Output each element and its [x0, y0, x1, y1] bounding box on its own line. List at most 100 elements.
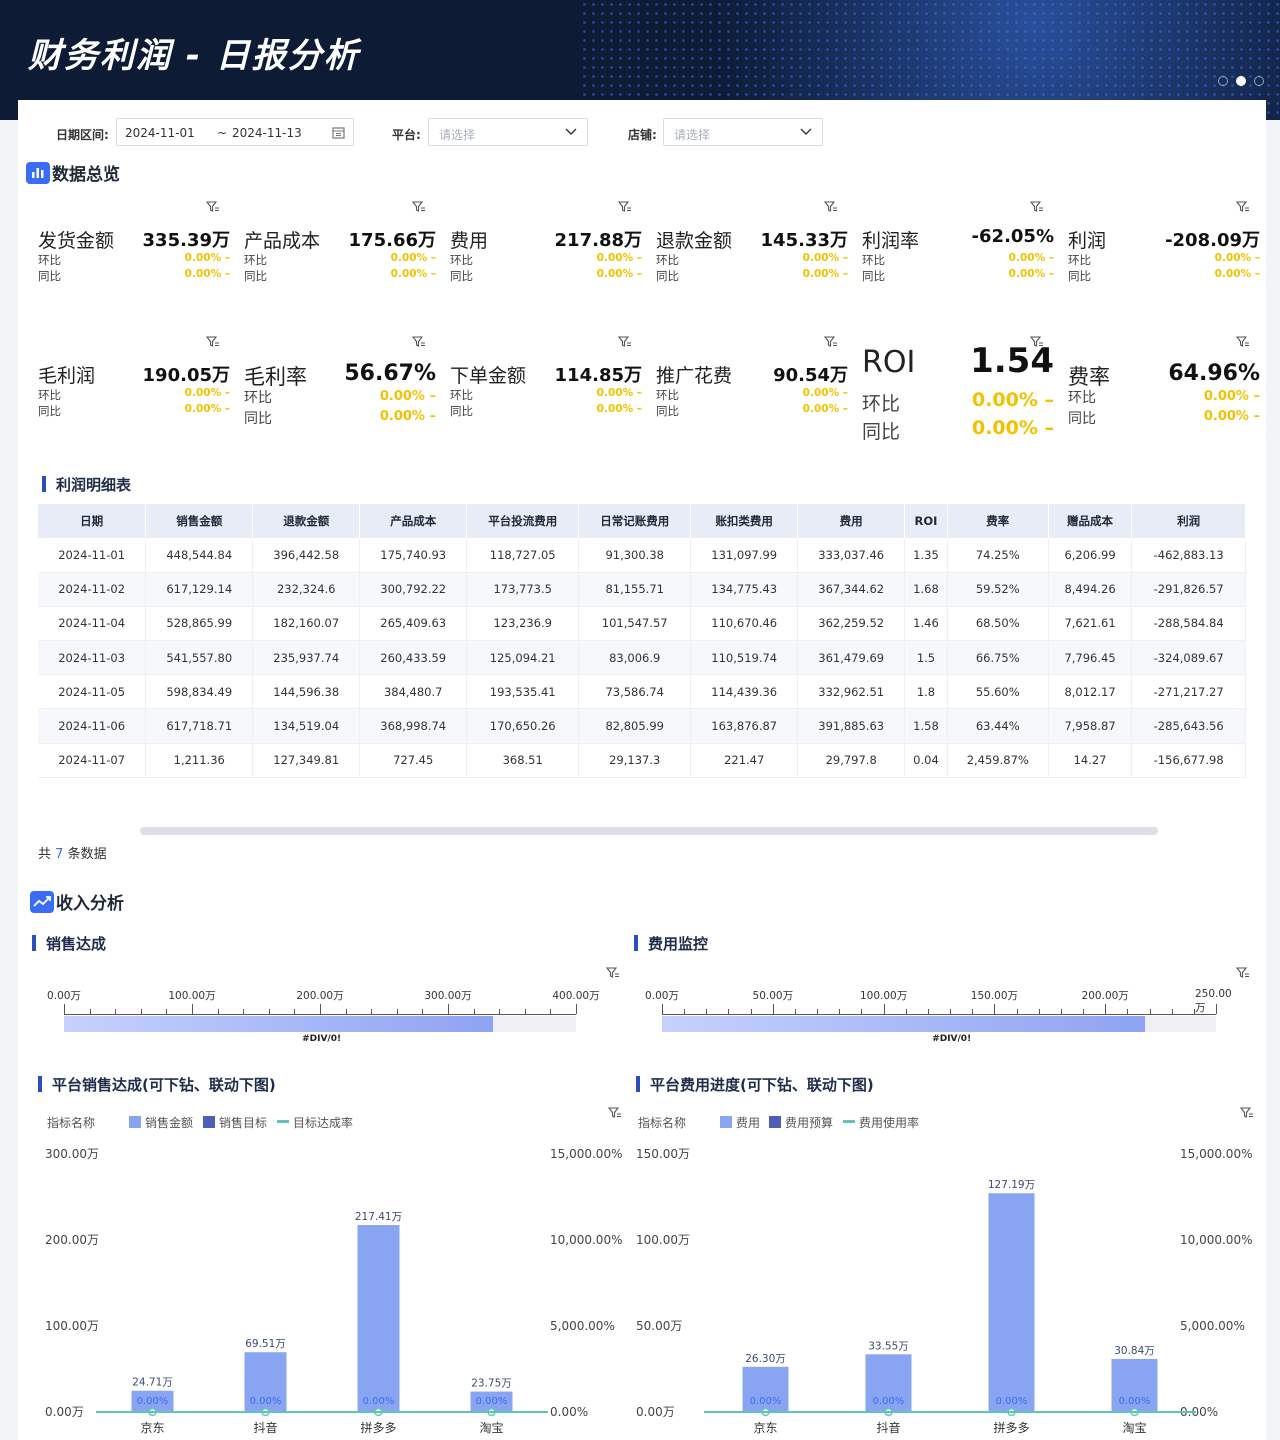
x-tick-label: 拼多多 [360, 1421, 396, 1435]
kpi-card[interactable]: ROI 1.54 环比 同比 0.00% – 0.00% – [860, 335, 1056, 445]
table-row[interactable]: 2024-11-01 448,544.84 396,442.58 175,740.93… [38, 538, 1246, 573]
filter-icon[interactable] [617, 200, 632, 217]
table-cell: 83,006.9 [578, 640, 692, 676]
platform-select[interactable]: 请选择 [428, 118, 588, 146]
kpi-name: 利润率 [862, 230, 920, 252]
table-cell: 2024-11-05 [38, 674, 147, 710]
table-cell: 368,998.74 [359, 708, 468, 744]
column-header[interactable]: 平台投流费用 [466, 504, 580, 538]
table-row[interactable]: 2024-11-06 617,718.71 134,519.04 368,998.74… [38, 708, 1246, 744]
row-count: 共 7 条数据 [38, 843, 107, 862]
kpi-mom-change: 0.00% – [184, 252, 230, 264]
column-header[interactable]: 日期 [38, 504, 147, 538]
column-header[interactable]: 销售金额 [145, 504, 254, 538]
x-tick-label: 拼多多 [993, 1421, 1029, 1435]
kpi-card[interactable]: 毛利率 56.67% 环比 同比 0.00% –0.00% – [242, 335, 438, 445]
shop-select[interactable]: 请选择 [663, 118, 823, 146]
column-header[interactable]: 利润 [1131, 504, 1246, 538]
carousel-dot-3[interactable] [1254, 76, 1264, 86]
filter-icon[interactable] [823, 200, 838, 217]
gauge-tick [499, 1009, 501, 1014]
column-header[interactable]: 账扣类费用 [690, 504, 799, 538]
column-header[interactable]: ROI [904, 504, 948, 538]
gauge-tick [576, 1004, 577, 1014]
kpi-card[interactable]: 推广花费 90.54万 环比 同比 0.00% – 0.00% – [654, 335, 850, 445]
column-header[interactable]: 日常记账费用 [578, 504, 692, 538]
column-header[interactable]: 费率 [947, 504, 1049, 538]
legend-item[interactable]: 销售目标 [219, 1115, 267, 1130]
kpi-card[interactable]: 利润率 -62.05% 环比 同比 0.00% – 0.00% – [860, 200, 1056, 310]
carousel-indicators[interactable] [1218, 76, 1264, 86]
column-header[interactable]: 赠品成本 [1048, 504, 1133, 538]
column-header[interactable]: 退款金额 [252, 504, 361, 538]
table-cell: 193,535.41 [466, 674, 580, 710]
table-cell: 101,547.57 [578, 606, 692, 642]
kpi-name: 毛利润 [38, 365, 96, 387]
legend-item[interactable]: 目标达成率 [293, 1115, 353, 1130]
table-row[interactable]: 2024-11-03 541,557.80 235,937.74 260,433.59… [38, 640, 1246, 676]
table-row[interactable]: 2024-11-02 617,129.14 232,324.6 300,792.22 1… [38, 572, 1246, 607]
gauge-tick [1038, 1009, 1040, 1014]
bar[interactable] [357, 1225, 400, 1412]
chevron-down-icon[interactable] [800, 128, 812, 136]
filter-icon[interactable] [1235, 335, 1250, 352]
trend-icon [30, 890, 54, 913]
column-header[interactable]: 费用 [797, 504, 906, 538]
sales-achievement-gauge: 0.00万 100.00万 200.00万 300.00万 400.00万 #DIV/0! [18, 966, 628, 1046]
platform-sales-chart[interactable]: 指标名称 销售金额 销售目标 目标达成率 0.00万 0.00% 100.00万 5,000.… [18, 1102, 628, 1440]
table-cell: 14.27 [1048, 743, 1133, 778]
rate-value-label: 0.00% [137, 1396, 169, 1407]
kpi-card[interactable]: 退款金额 145.33万 环比 同比 0.00% – 0.00% – [654, 200, 850, 310]
platform-cost-chart[interactable]: 指标名称 费用 费用预算 费用使用率 0.00万 0.00% 50.00万 5,000.00%… [628, 1102, 1260, 1440]
carousel-dot-2[interactable] [1236, 76, 1246, 86]
kpi-card[interactable]: 下单金额 114.85万 环比 同比 0.00% – 0.00% – [448, 335, 644, 445]
date-start[interactable]: 2024-11-01 [125, 126, 195, 140]
filter-icon[interactable] [1235, 200, 1250, 217]
gauge-tick [1083, 1009, 1085, 1014]
date-range-picker[interactable]: 2024-11-01 ~ 2024-11-13 [116, 118, 354, 146]
filter-icon[interactable] [607, 1107, 621, 1118]
legend-item[interactable]: 费用 [736, 1116, 760, 1130]
income-section-title: 收入分析 [30, 889, 124, 914]
filter-icon[interactable] [205, 200, 220, 217]
horizontal-scrollbar[interactable] [140, 827, 1158, 835]
column-header[interactable]: 产品成本 [359, 504, 468, 538]
filter-icon[interactable] [1239, 1107, 1253, 1118]
gauge-tick-label: 400.00万 [552, 990, 600, 1002]
legend-swatch [277, 1120, 289, 1123]
kpi-card[interactable]: 利润 -208.09万 环比 同比 0.00% – 0.00% – [1066, 200, 1262, 310]
filter-icon[interactable] [605, 966, 620, 983]
filter-icon[interactable] [617, 335, 632, 352]
kpi-card[interactable]: 费用 217.88万 环比 同比 0.00% – 0.00% – [448, 200, 644, 310]
kpi-card[interactable]: 发货金额 335.39万 环比 同比 0.00% – 0.00% – [36, 200, 232, 310]
overview-title-text: 数据总览 [52, 165, 120, 185]
calendar-icon[interactable] [332, 126, 345, 139]
legend-item[interactable]: 费用预算 [785, 1115, 833, 1130]
filter-icon[interactable] [1029, 200, 1044, 217]
kpi-card[interactable]: 产品成本 175.66万 环比 同比 0.00% – 0.00% – [242, 200, 438, 310]
table-row[interactable]: 2024-11-05 598,834.49 144,596.38 384,480.7 1… [38, 674, 1246, 710]
kpi-name: 发货金额 [38, 230, 115, 252]
kpi-card[interactable]: 毛利润 190.05万 环比 同比 0.00% – 0.00% – [36, 335, 232, 445]
legend-item[interactable]: 销售金额 [145, 1115, 193, 1130]
table-row[interactable]: 2024-11-07 1,211.36 127,349.81 727.45 368.51… [38, 743, 1246, 778]
kpi-mom-label: 环比 [450, 253, 473, 267]
carousel-dot-1[interactable] [1218, 76, 1228, 86]
gauge-tick [772, 1004, 774, 1014]
chevron-down-icon[interactable] [565, 128, 577, 136]
kpi-card[interactable]: 费率 64.96% 环比 同比 0.00% –0.00% – [1066, 335, 1262, 445]
bar[interactable] [988, 1193, 1035, 1412]
filter-icon[interactable] [411, 200, 426, 217]
table-cell: 598,834.49 [145, 674, 254, 710]
filter-icon[interactable] [823, 335, 838, 352]
table-row[interactable]: 2024-11-04 528,865.99 182,160.07 265,409.63… [38, 606, 1246, 642]
filter-icon[interactable] [205, 335, 220, 352]
gauge-tick-label: 0.00万 [47, 990, 81, 1002]
date-end[interactable]: 2024-11-13 [232, 126, 302, 140]
filter-icon[interactable] [1235, 966, 1250, 983]
kpi-mom-label: 环比 [244, 390, 272, 406]
filter-icon[interactable] [411, 335, 426, 352]
legend-item[interactable]: 费用使用率 [859, 1115, 919, 1130]
kpi-yoy-change: 0.00% – [379, 409, 436, 424]
table-cell: 123,236.9 [466, 606, 580, 642]
